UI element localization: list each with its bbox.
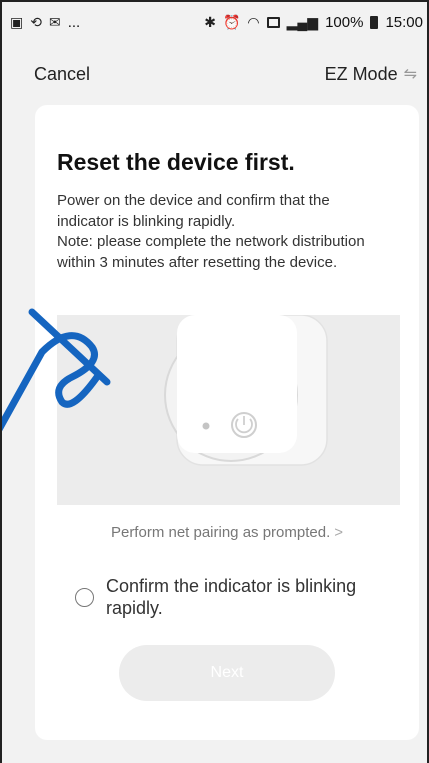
- status-bar-right: ✱ ⏰ ◠ ▂▄▆ 100% 15:00: [204, 14, 423, 31]
- status-more: ...: [67, 13, 81, 31]
- reset-card: Reset the device first. Power on the dev…: [35, 105, 419, 740]
- next-button[interactable]: Next: [119, 645, 335, 701]
- mail-icon: ✉: [48, 14, 61, 30]
- instruction-line: Power on the device and confirm that the…: [57, 192, 330, 230]
- battery-icon: [370, 15, 379, 29]
- device-panel: [177, 315, 297, 453]
- indicator-light-icon: [202, 422, 210, 430]
- bluetooth-icon: ✱: [204, 14, 216, 30]
- clock: 15:00: [385, 13, 423, 31]
- image-icon: ▣: [10, 14, 24, 30]
- note-line: Note: please complete the network distri…: [57, 233, 365, 271]
- instruction-text: Power on the device and confirm that the…: [57, 191, 387, 273]
- sync-icon: ⟲: [30, 14, 42, 30]
- device-illustration: [57, 315, 400, 505]
- phone-frame: ▣ ⟲ ✉ ... ✱ ⏰ ◠ ▂▄▆ 100% 15:00 Cancel EZ…: [0, 0, 429, 763]
- confirm-radio[interactable]: [75, 588, 94, 607]
- confirm-label: Confirm the indicator is blinking rapidl…: [106, 576, 357, 618]
- device-illustration-svg: [164, 315, 328, 466]
- top-bar: Cancel EZ Mode ⇋: [2, 54, 427, 94]
- chevron-right-icon: >: [334, 524, 344, 541]
- page-title: Reset the device first.: [57, 149, 295, 175]
- mode-label: EZ Mode: [324, 63, 398, 84]
- alarm-icon: ⏰: [222, 14, 241, 30]
- net-pairing-link[interactable]: Perform net pairing as prompted. >: [35, 524, 419, 541]
- switch-icon: ⇋: [403, 66, 417, 83]
- wifi-icon: ◠: [247, 14, 260, 30]
- signal-icon: ▂▄▆: [286, 14, 319, 30]
- data-icon: [266, 16, 280, 28]
- confirm-option[interactable]: Confirm the indicator is blinking rapidl…: [75, 575, 395, 619]
- status-bar-left: ▣ ⟲ ✉ ...: [10, 14, 80, 31]
- net-pairing-label: Perform net pairing as prompted.: [110, 524, 331, 541]
- status-bar: ▣ ⟲ ✉ ... ✱ ⏰ ◠ ▂▄▆ 100% 15:00: [2, 2, 427, 42]
- battery-percent: 100%: [325, 13, 364, 31]
- cancel-button[interactable]: Cancel: [34, 64, 90, 85]
- ez-mode-switch[interactable]: EZ Mode ⇋: [325, 64, 417, 85]
